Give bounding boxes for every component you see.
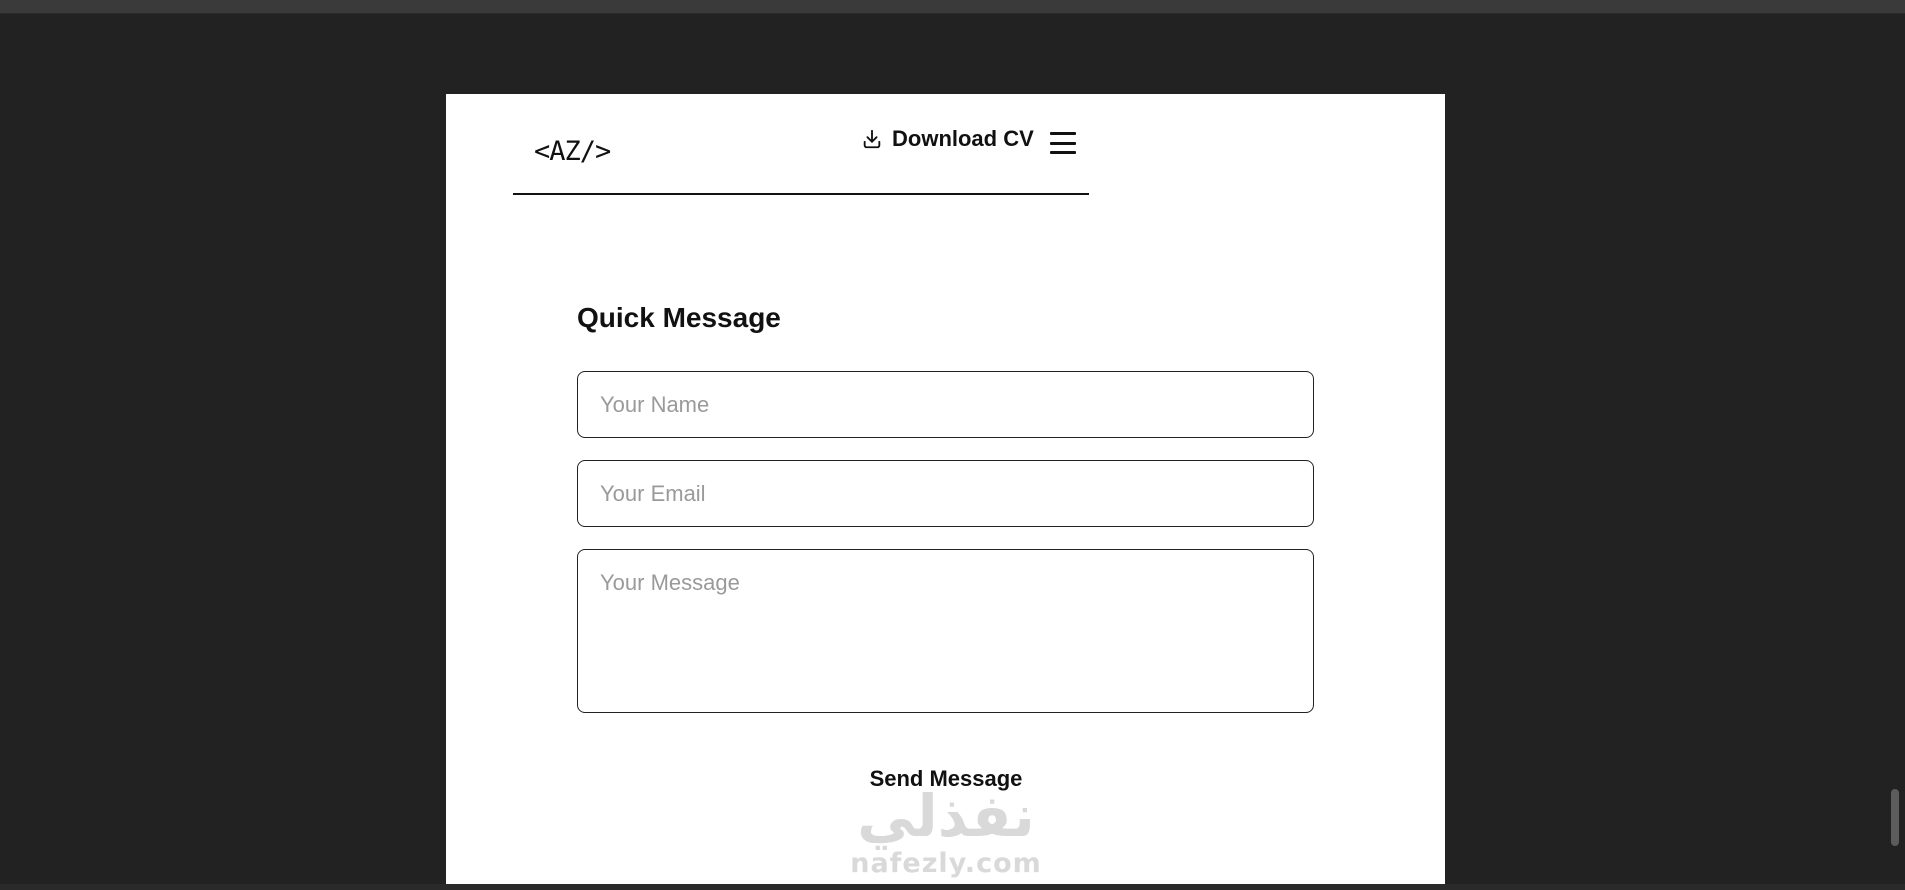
page-scrollbar[interactable] xyxy=(1888,0,1905,884)
menu-bar xyxy=(1050,141,1076,145)
menu-bar xyxy=(1050,151,1076,154)
email-input[interactable] xyxy=(577,460,1314,527)
site-header: <AZ/> Download CV xyxy=(513,94,1089,195)
hamburger-menu-icon[interactable] xyxy=(1050,132,1076,154)
menu-bar xyxy=(1050,132,1076,135)
download-cv-button[interactable]: Download CV xyxy=(861,126,1034,152)
download-cv-label: Download CV xyxy=(892,126,1034,151)
site-logo[interactable]: <AZ/> xyxy=(534,136,611,167)
page-card: <AZ/> Download CV Quick Message نفذلي na… xyxy=(446,94,1445,884)
bottom-strip xyxy=(0,884,1905,890)
name-input[interactable] xyxy=(577,371,1314,438)
download-icon xyxy=(863,129,881,149)
browser-top-strip xyxy=(0,0,1905,14)
send-message-button[interactable]: Send Message xyxy=(796,762,1096,796)
watermark-latin-text: nafezly.com xyxy=(850,848,1042,879)
message-textarea[interactable] xyxy=(577,549,1314,713)
quick-message-title: Quick Message xyxy=(577,302,781,333)
scrollbar-thumb[interactable] xyxy=(1891,789,1899,846)
